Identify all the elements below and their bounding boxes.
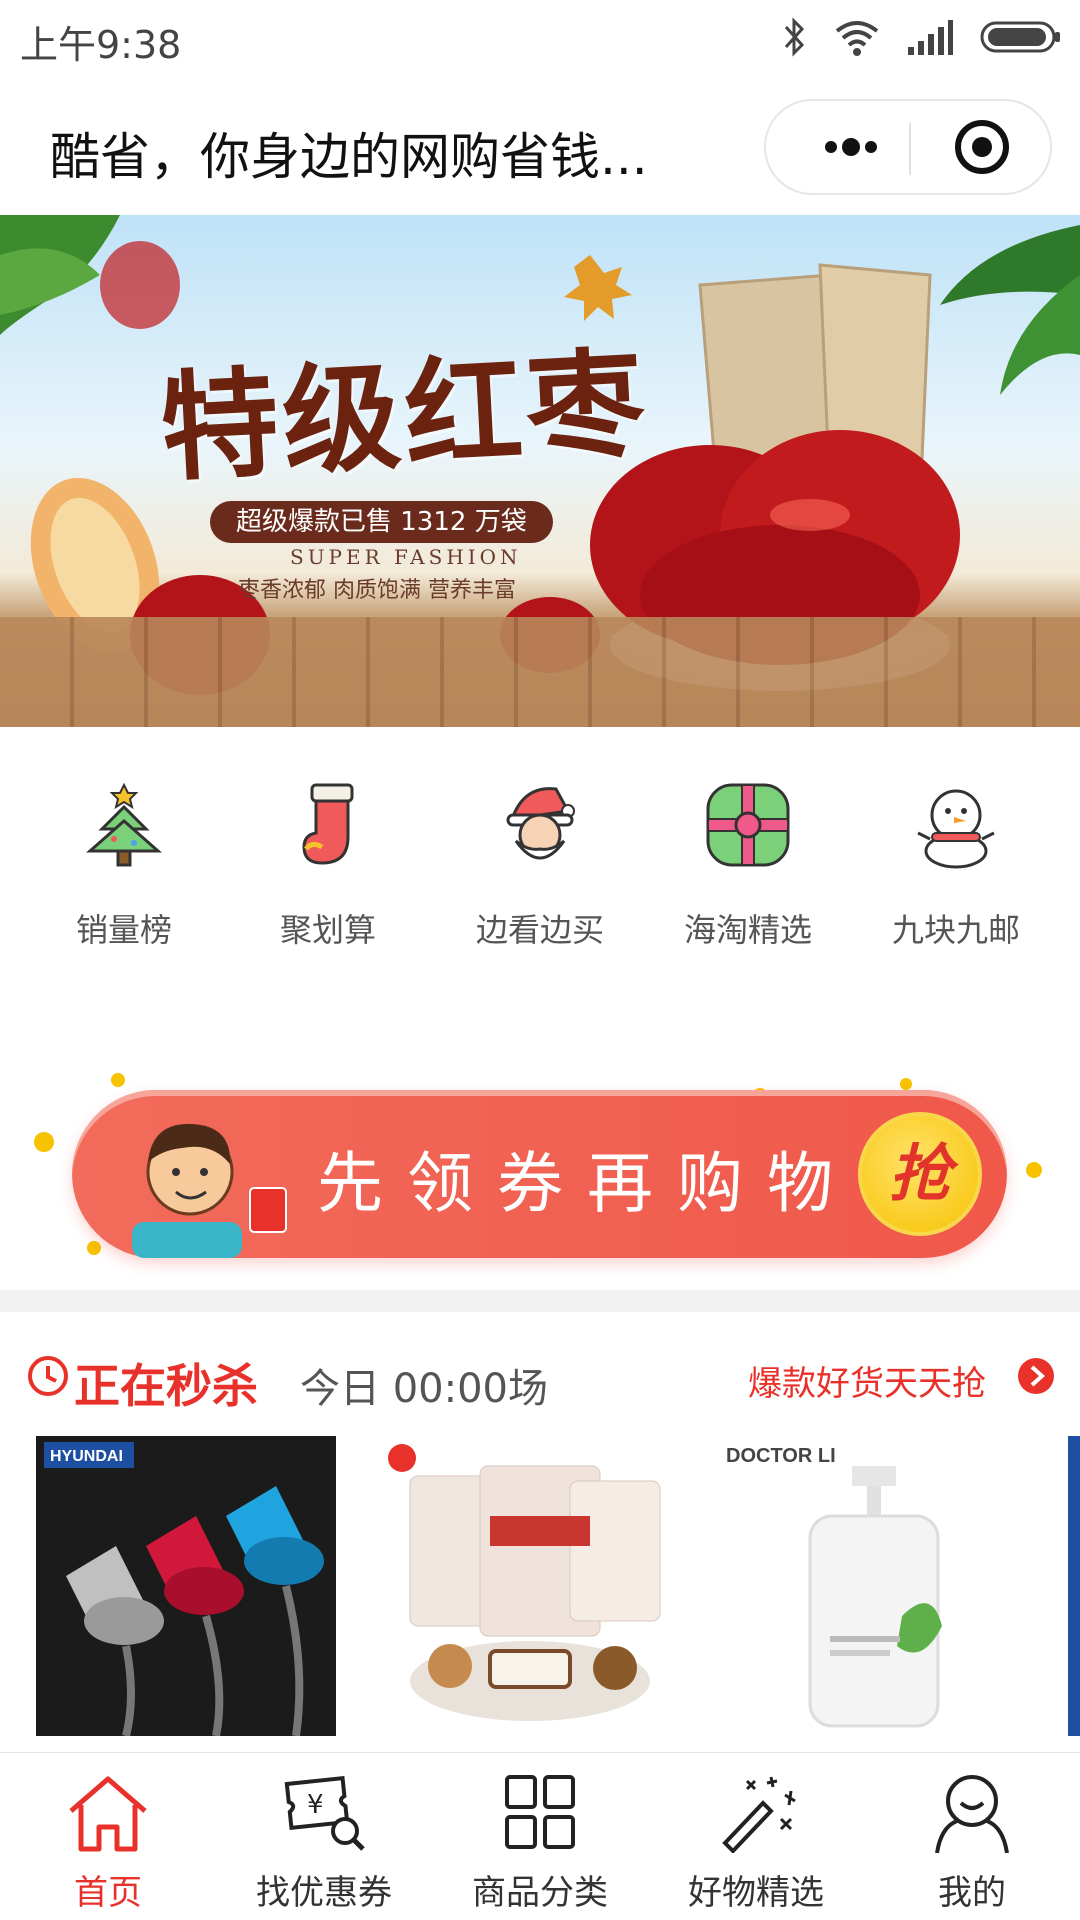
- santa-icon: [506, 787, 575, 860]
- gift-box-icon: [706, 783, 790, 867]
- product-brand: DOCTOR LI: [726, 1445, 836, 1467]
- category-label: 聚划算: [279, 911, 376, 949]
- product-card-partial[interactable]: [1068, 1436, 1080, 1736]
- category-label: 海淘精选: [683, 911, 812, 949]
- tab-label: 我的: [938, 1873, 1006, 1913]
- tab-label: 首页: [74, 1873, 142, 1913]
- product-card[interactable]: DOCTOR LI: [722, 1436, 1022, 1736]
- category-item-juhuasuan[interactable]: 聚划算: [238, 779, 418, 969]
- stocking-icon: [302, 783, 354, 865]
- flash-sale-section: 正在秒杀 今日 00:00场 爆款好货天天抢 HYUNDAI DOCTOR LI: [0, 1312, 1080, 1752]
- product-card[interactable]: HYUNDAI: [36, 1436, 336, 1736]
- status-icons: [782, 14, 1062, 60]
- flash-sale-title: 正在秒杀: [74, 1359, 258, 1413]
- close-button[interactable]: [914, 101, 1050, 193]
- capsule-menu: [764, 99, 1052, 195]
- product-card[interactable]: [380, 1436, 680, 1736]
- chevron-right-icon[interactable]: [1018, 1358, 1054, 1394]
- christmas-tree-icon: [86, 782, 162, 867]
- category-item-overseas[interactable]: 海淘精选: [658, 779, 838, 969]
- product-caption: 【俄罗斯】糖果: [380, 1742, 618, 1752]
- tab-good-picks[interactable]: 好物精选: [656, 1773, 856, 1913]
- grab-button[interactable]: 抢: [858, 1112, 982, 1236]
- tab-label: 找优惠券: [256, 1873, 392, 1913]
- category-item-watch-and-buy[interactable]: 边看边买: [450, 779, 630, 969]
- flash-sale-more-link[interactable]: 爆款好货天天抢: [748, 1356, 986, 1405]
- product-image-car-charger: HYUNDAI: [36, 1436, 336, 1736]
- status-time: 上午9:38: [20, 23, 182, 67]
- category-label: 销量榜: [75, 911, 172, 949]
- tab-find-coupons[interactable]: ¥ 找优惠券: [224, 1773, 424, 1913]
- more-dots-icon: [825, 138, 877, 156]
- tab-me[interactable]: 我的: [872, 1773, 1072, 1913]
- bottom-tab-bar: 首页 ¥ 找优惠券 商品分类 好物精选 我的: [0, 1752, 1080, 1920]
- battery-icon: [980, 21, 1060, 53]
- banner-title: 特级红枣: [157, 333, 652, 498]
- svg-text:¥: ¥: [307, 1790, 324, 1820]
- category-row: 销量榜 聚划算 边看边买 海淘精选 九块九邮: [0, 727, 1080, 987]
- cartoon-man-icon: [132, 1123, 287, 1258]
- coupon-pill: 先领券再购物 抢: [72, 1090, 1007, 1258]
- coupon-banner[interactable]: 先领券再购物 抢: [0, 1060, 1080, 1290]
- close-target-icon: [955, 120, 1009, 174]
- signal-icon: [908, 20, 953, 55]
- coupon-text: 先领券再购物: [317, 1145, 857, 1222]
- tab-home[interactable]: 首页: [8, 1773, 208, 1913]
- category-label: 九块九邮: [891, 911, 1020, 949]
- product-caption: 【现代】汽车快: [36, 1742, 274, 1752]
- clock-icon: [28, 1356, 68, 1396]
- banner-wood-floor: [0, 617, 1080, 727]
- flash-sale-session: 今日 00:00场: [300, 1366, 548, 1412]
- tab-label: 好物精选: [688, 1873, 824, 1913]
- page-title: 酷省，你身边的网购省钱...: [50, 128, 648, 186]
- tab-categories[interactable]: 商品分类: [440, 1773, 640, 1913]
- grid-icon: [505, 1775, 575, 1849]
- tab-label: 商品分类: [472, 1873, 608, 1913]
- home-icon: [69, 1776, 147, 1852]
- banner-description: 枣香浓郁 肉质饱满 营养丰富: [238, 578, 516, 603]
- capsule-divider: [909, 123, 911, 175]
- status-bar: 上午9:38: [0, 0, 1080, 75]
- more-button[interactable]: [796, 101, 906, 193]
- banner-tag: 超级爆款已售 1312 万袋: [210, 501, 553, 543]
- magic-wand-icon: [722, 1776, 796, 1854]
- category-item-nine-nine[interactable]: 九块九邮: [866, 779, 1046, 969]
- product-image-cleanser: DOCTOR LI: [722, 1436, 1022, 1736]
- coupon-search-icon: ¥: [284, 1775, 365, 1851]
- snowman-icon: [917, 789, 995, 869]
- mini-program-nav-bar: 酷省，你身边的网购省钱...: [0, 75, 1080, 215]
- user-icon: [935, 1775, 1009, 1854]
- category-label: 边看边买: [475, 911, 604, 949]
- promo-banner[interactable]: 特级红枣 超级爆款已售 1312 万袋 SUPER FASHION 枣香浓郁 肉…: [0, 215, 1080, 727]
- product-caption: 【李医生】氨基: [722, 1742, 960, 1752]
- bluetooth-icon: [784, 17, 805, 57]
- product-brand: HYUNDAI: [50, 1448, 123, 1465]
- category-item-sales-rank[interactable]: 销量榜: [34, 779, 214, 969]
- banner-subtitle: SUPER FASHION: [290, 545, 522, 569]
- product-image-candy: [380, 1436, 680, 1736]
- wifi-icon: [835, 21, 879, 56]
- section-divider: [0, 1290, 1080, 1312]
